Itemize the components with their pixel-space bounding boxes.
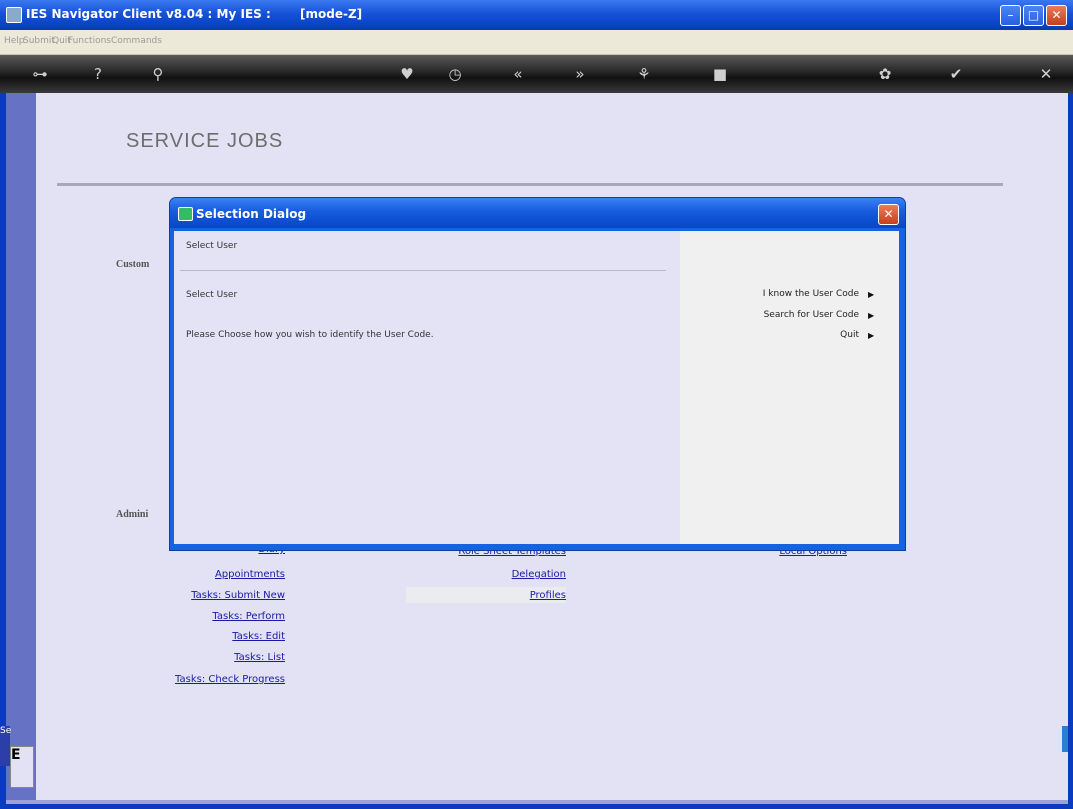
search-icon[interactable]: ⚲	[148, 64, 168, 84]
menu-help[interactable]: Help	[4, 36, 25, 46]
window-controls: – □ ✕	[1000, 5, 1067, 26]
link-appointments[interactable]: Appointments	[215, 569, 285, 580]
app-icon	[6, 7, 22, 23]
link-tasks-edit[interactable]: Tasks: Edit	[232, 631, 285, 642]
gear-icon[interactable]: ✿	[875, 64, 895, 84]
maximize-button[interactable]: □	[1023, 5, 1044, 26]
dialog-divider	[180, 270, 666, 271]
menu-submit[interactable]: Submit	[23, 36, 55, 46]
right-edge-marker	[1062, 726, 1068, 752]
stop-icon[interactable]: ■	[710, 64, 730, 84]
dialog-close-button[interactable]: ✕	[878, 204, 899, 225]
dialog-options-panel: I know the User Code ▶ Search for User C…	[680, 231, 899, 544]
link-tasks-submit-new[interactable]: Tasks: Submit New	[191, 590, 285, 601]
selection-dialog: Selection Dialog ✕ Select User Select Us…	[170, 198, 905, 550]
arrow-right-icon: ▶	[868, 290, 875, 299]
option-label[interactable]: I know the User Code	[763, 289, 859, 299]
link-tasks-perform[interactable]: Tasks: Perform	[212, 611, 285, 622]
key-icon[interactable]: ⊶	[30, 64, 50, 84]
link-tasks-list[interactable]: Tasks: List	[234, 652, 285, 663]
tree-icon[interactable]: ⚘	[634, 64, 654, 84]
section-customer-label: Custom	[116, 259, 150, 270]
option-label[interactable]: Quit	[840, 330, 859, 340]
title-divider	[57, 183, 1003, 186]
menu-bar: Help Submit Quit Functions Commands	[0, 30, 1073, 55]
heart-icon[interactable]: ♥	[397, 64, 417, 84]
arrow-right-icon: ▶	[868, 331, 875, 340]
side-panel-stub: Se	[0, 726, 11, 766]
check-icon[interactable]: ✔	[946, 64, 966, 84]
forward-icon[interactable]: »	[570, 64, 590, 84]
side-panel-box: E	[10, 746, 34, 788]
link-tasks-check-progress[interactable]: Tasks: Check Progress	[175, 674, 285, 685]
dialog-titlebar[interactable]: Selection Dialog ✕	[170, 198, 905, 228]
arrow-right-icon: ▶	[868, 311, 875, 320]
status-bar	[6, 800, 1068, 804]
option-label[interactable]: Search for User Code	[764, 310, 859, 320]
dialog-prompt: Please Choose how you wish to identify t…	[186, 330, 434, 340]
section-administration-label: Admini	[116, 509, 149, 520]
close-icon[interactable]: ✕	[1036, 64, 1056, 84]
dialog-title: Selection Dialog	[196, 207, 307, 221]
menu-functions[interactable]: Functions	[68, 36, 111, 46]
link-profiles[interactable]: Profiles	[530, 590, 566, 601]
clock-icon[interactable]: ◷	[445, 64, 465, 84]
toolbar: ⊶ ? ⚲ ♥ ◷ « » ⚘ ■ ✿ ✔ ✕	[0, 55, 1073, 93]
dialog-header: Select User	[186, 241, 238, 251]
help-icon[interactable]: ?	[88, 64, 108, 84]
menu-commands[interactable]: Commands	[111, 36, 162, 46]
dialog-message-panel: Select User Select User Please Choose ho…	[174, 231, 680, 544]
dialog-subheader: Select User	[186, 290, 238, 300]
back-icon[interactable]: «	[508, 64, 528, 84]
window-title: IES Navigator Client v8.04 : My IES : [m…	[26, 7, 363, 21]
page-title: SERVICE JOBS	[126, 130, 284, 152]
link-delegation[interactable]: Delegation	[512, 569, 566, 580]
dialog-app-icon	[178, 207, 193, 221]
window-titlebar: IES Navigator Client v8.04 : My IES : [m…	[0, 0, 1073, 30]
minimize-button[interactable]: –	[1000, 5, 1021, 26]
close-window-button[interactable]: ✕	[1046, 5, 1067, 26]
